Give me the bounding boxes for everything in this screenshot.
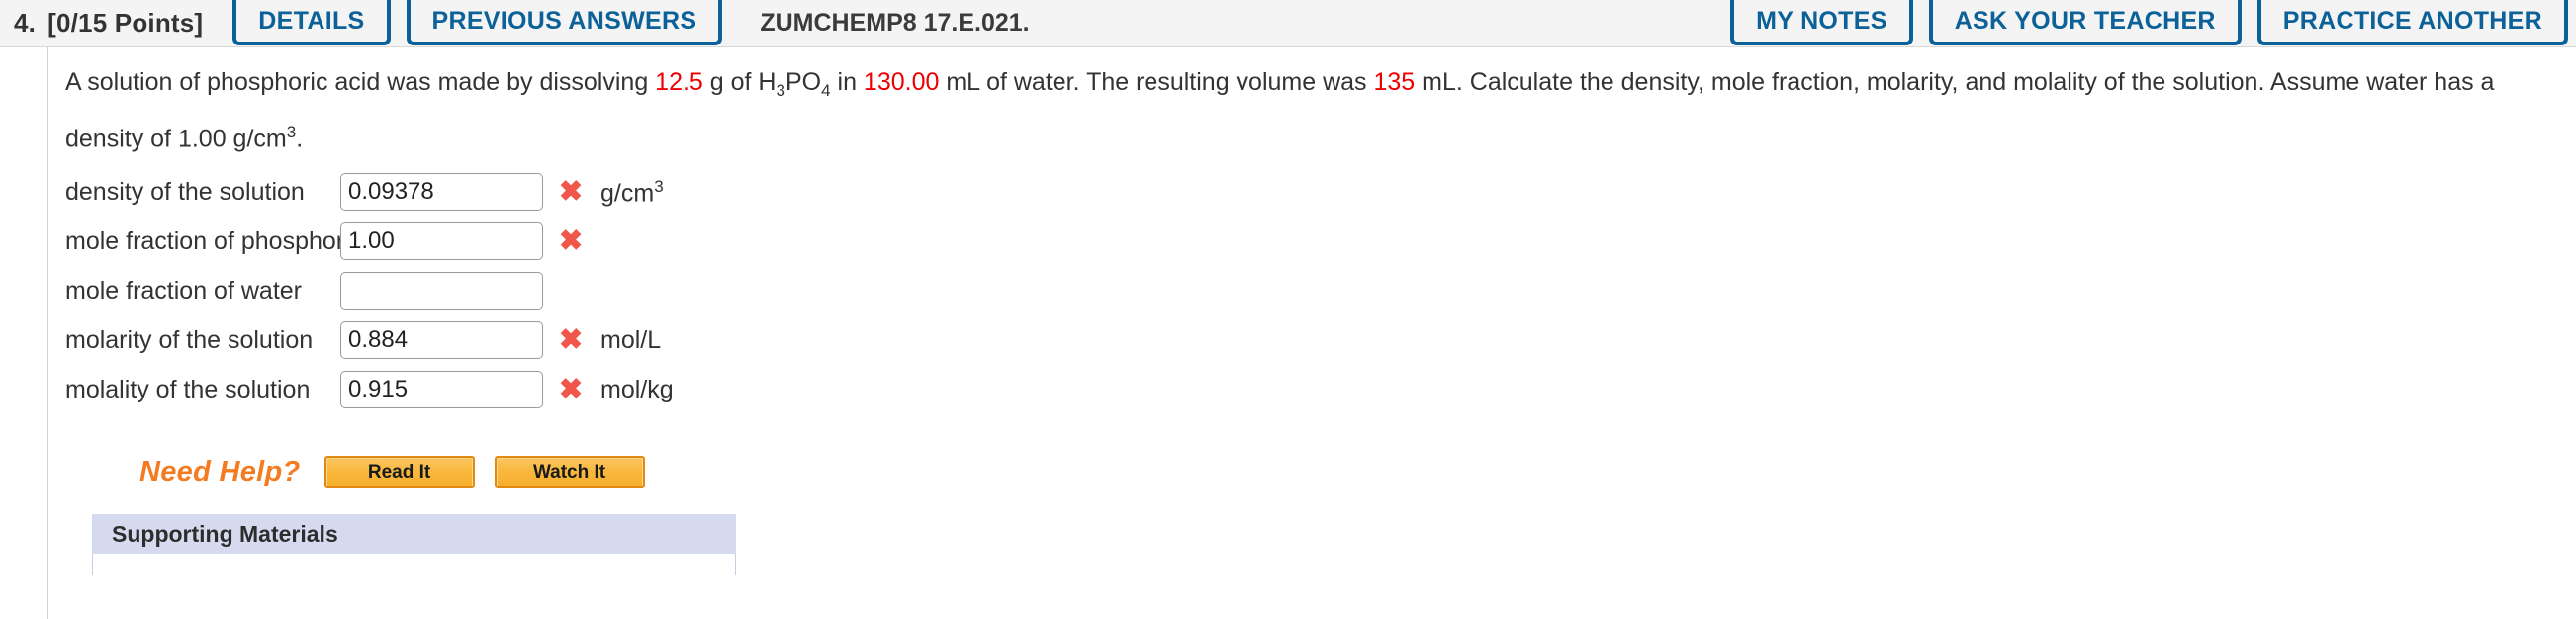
header-spacer — [1054, 0, 1723, 46]
answer-unit-molarity: mol/L — [600, 325, 662, 354]
formula-subscript-4: 4 — [821, 81, 831, 100]
question-header-bar: 4. [0/15 Points] DETAILS PREVIOUS ANSWER… — [0, 0, 2576, 47]
supporting-materials-title: Supporting Materials — [112, 520, 338, 547]
points-label: [0/15 Points] — [47, 8, 204, 38]
my-notes-button[interactable]: MY NOTES — [1730, 0, 1913, 45]
answers-list: density of the solution ✖ g/cm3 mole fra… — [65, 167, 2576, 414]
question-text-part2: g of H — [702, 68, 777, 96]
supporting-materials-body — [92, 554, 736, 575]
question-statement: A solution of phosphoric acid was made b… — [65, 61, 2499, 159]
incorrect-icon: ✖ — [558, 224, 584, 257]
need-help-section: Need Help? Read It Watch It — [65, 456, 2576, 489]
answer-row-molality: molality of the solution ✖ mol/kg — [65, 365, 2576, 414]
answer-label-molality: molality of the solution — [65, 375, 311, 403]
question-text-part3: in — [830, 68, 864, 96]
incorrect-icon: ✖ — [558, 373, 584, 405]
answer-input-molarity[interactable] — [340, 321, 543, 360]
formula-subscript-3: 3 — [776, 81, 785, 100]
incorrect-icon: ✖ — [558, 175, 584, 208]
read-it-button[interactable]: Read It — [323, 456, 475, 489]
practice-another-button[interactable]: PRACTICE ANOTHER — [2256, 0, 2568, 45]
answer-input-mole-fraction-acid[interactable] — [340, 222, 543, 261]
answer-unit-text: g/cm — [600, 178, 655, 207]
answer-row-mole-fraction-acid: mole fraction of phosphoric acid ✖ — [65, 217, 2576, 266]
answer-label-molarity: molarity of the solution — [65, 325, 314, 354]
watch-it-button[interactable]: Watch It — [494, 456, 645, 489]
answer-input-molality[interactable] — [340, 371, 543, 409]
question-value-water-volume: 130.00 — [863, 68, 940, 96]
question-text-part1: A solution of phosphoric acid was made b… — [65, 68, 656, 96]
supporting-materials-header[interactable]: Supporting Materials — [92, 514, 736, 555]
details-button[interactable]: DETAILS — [232, 0, 391, 45]
answer-label-mole-fraction-acid: mole fraction of phosphoric acid — [65, 226, 414, 255]
answer-row-density: density of the solution ✖ g/cm3 — [65, 167, 2576, 217]
points-block: 4. [0/15 Points] — [14, 0, 225, 46]
answer-label-density: density of the solution — [65, 177, 305, 206]
left-rail-divider — [47, 47, 48, 619]
question-number: 4. — [14, 8, 37, 38]
need-help-label: Need Help? — [139, 456, 301, 488]
answer-row-molarity: molarity of the solution ✖ mol/L — [65, 315, 2576, 365]
supporting-materials-section: Supporting Materials — [65, 514, 2576, 575]
answer-unit-density: g/cm3 — [600, 177, 664, 208]
question-body: A solution of phosphoric acid was made b… — [0, 47, 2576, 619]
answer-unit-superscript: 3 — [654, 176, 664, 196]
formula-po: PO — [784, 68, 822, 96]
question-text-part4: mL of water. The resulting volume was — [939, 68, 1374, 96]
question-content: A solution of phosphoric acid was made b… — [47, 47, 2576, 575]
previous-answers-button[interactable]: PREVIOUS ANSWERS — [406, 0, 723, 45]
ask-your-teacher-button[interactable]: ASK YOUR TEACHER — [1928, 0, 2242, 45]
incorrect-icon: ✖ — [558, 323, 584, 356]
density-unit-superscript: 3 — [286, 123, 297, 141]
answer-input-density[interactable] — [340, 173, 543, 212]
assignment-title: ZUMCHEMP8 17.E.021. — [760, 9, 1030, 37]
question-value-mass: 12.5 — [655, 68, 703, 96]
question-text-end: . — [296, 125, 304, 153]
answer-label-mole-fraction-water: mole fraction of water — [65, 276, 302, 305]
answer-input-mole-fraction-water[interactable] — [340, 272, 543, 310]
question-value-total-volume: 135 — [1373, 68, 1416, 96]
answer-row-mole-fraction-water: mole fraction of water — [65, 266, 2576, 315]
answer-unit-molality: mol/kg — [600, 375, 674, 403]
